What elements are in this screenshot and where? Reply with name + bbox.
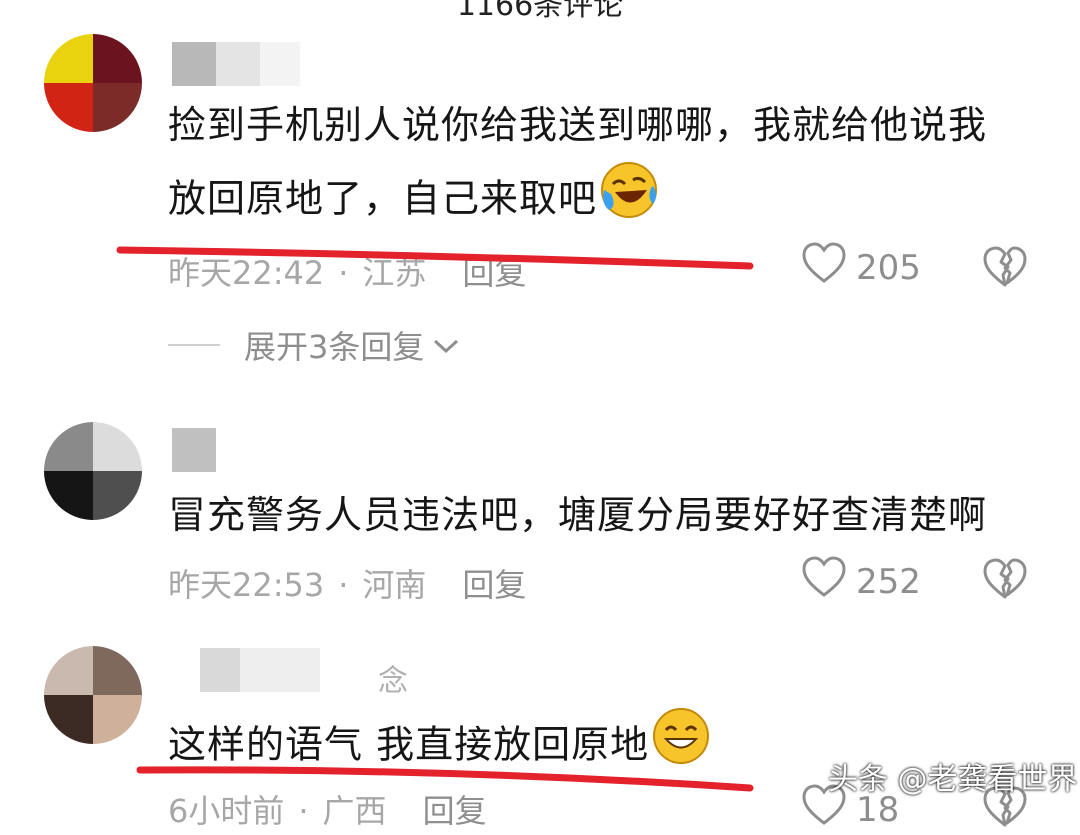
like-button[interactable]: 205 (802, 242, 921, 293)
divider-line (168, 344, 220, 346)
heart-icon (802, 556, 846, 607)
comment-time: 昨天22:53 (168, 566, 325, 604)
broken-heart-icon (983, 558, 1027, 604)
chevron-down-icon (432, 326, 460, 364)
like-count: 252 (856, 561, 921, 602)
heart-icon (802, 242, 846, 293)
red-underline-annotation (136, 766, 754, 792)
avatar[interactable] (44, 34, 142, 132)
username-redacted[interactable] (172, 42, 300, 86)
username-redacted[interactable] (200, 648, 320, 692)
like-count: 205 (856, 247, 921, 288)
comment-meta: 昨天22:53 · 河南 回复 (168, 566, 527, 604)
comment-text: 捡到手机别人说你给我送到哪哪，我就给他说我 放回原地了，自己来取吧 (168, 90, 987, 242)
expand-replies-button[interactable]: 展开3条回复 (168, 322, 460, 368)
comments-header-title: 1166条评论 (456, 0, 624, 23)
red-underline-annotation (116, 246, 754, 270)
username-tail: 念 (378, 664, 408, 699)
avatar[interactable] (44, 422, 142, 520)
reply-button[interactable]: 回复 (462, 566, 526, 604)
username-redacted[interactable] (172, 428, 216, 472)
avatar[interactable] (44, 646, 142, 744)
broken-heart-icon (983, 786, 1027, 832)
comment-location: 河南 (362, 566, 427, 604)
like-button[interactable]: 252 (802, 556, 921, 607)
laughing-crying-emoji-icon (599, 160, 659, 242)
comment-text: 冒充警务人员违法吧，塘厦分局要好好查清楚啊 (168, 493, 988, 537)
expand-replies-label: 展开3条回复 (244, 328, 425, 366)
watermark: 头条 @老龚看世界 (828, 762, 1078, 797)
dislike-button[interactable] (983, 246, 1027, 292)
broken-heart-icon (983, 246, 1027, 292)
dislike-button[interactable] (983, 558, 1027, 604)
